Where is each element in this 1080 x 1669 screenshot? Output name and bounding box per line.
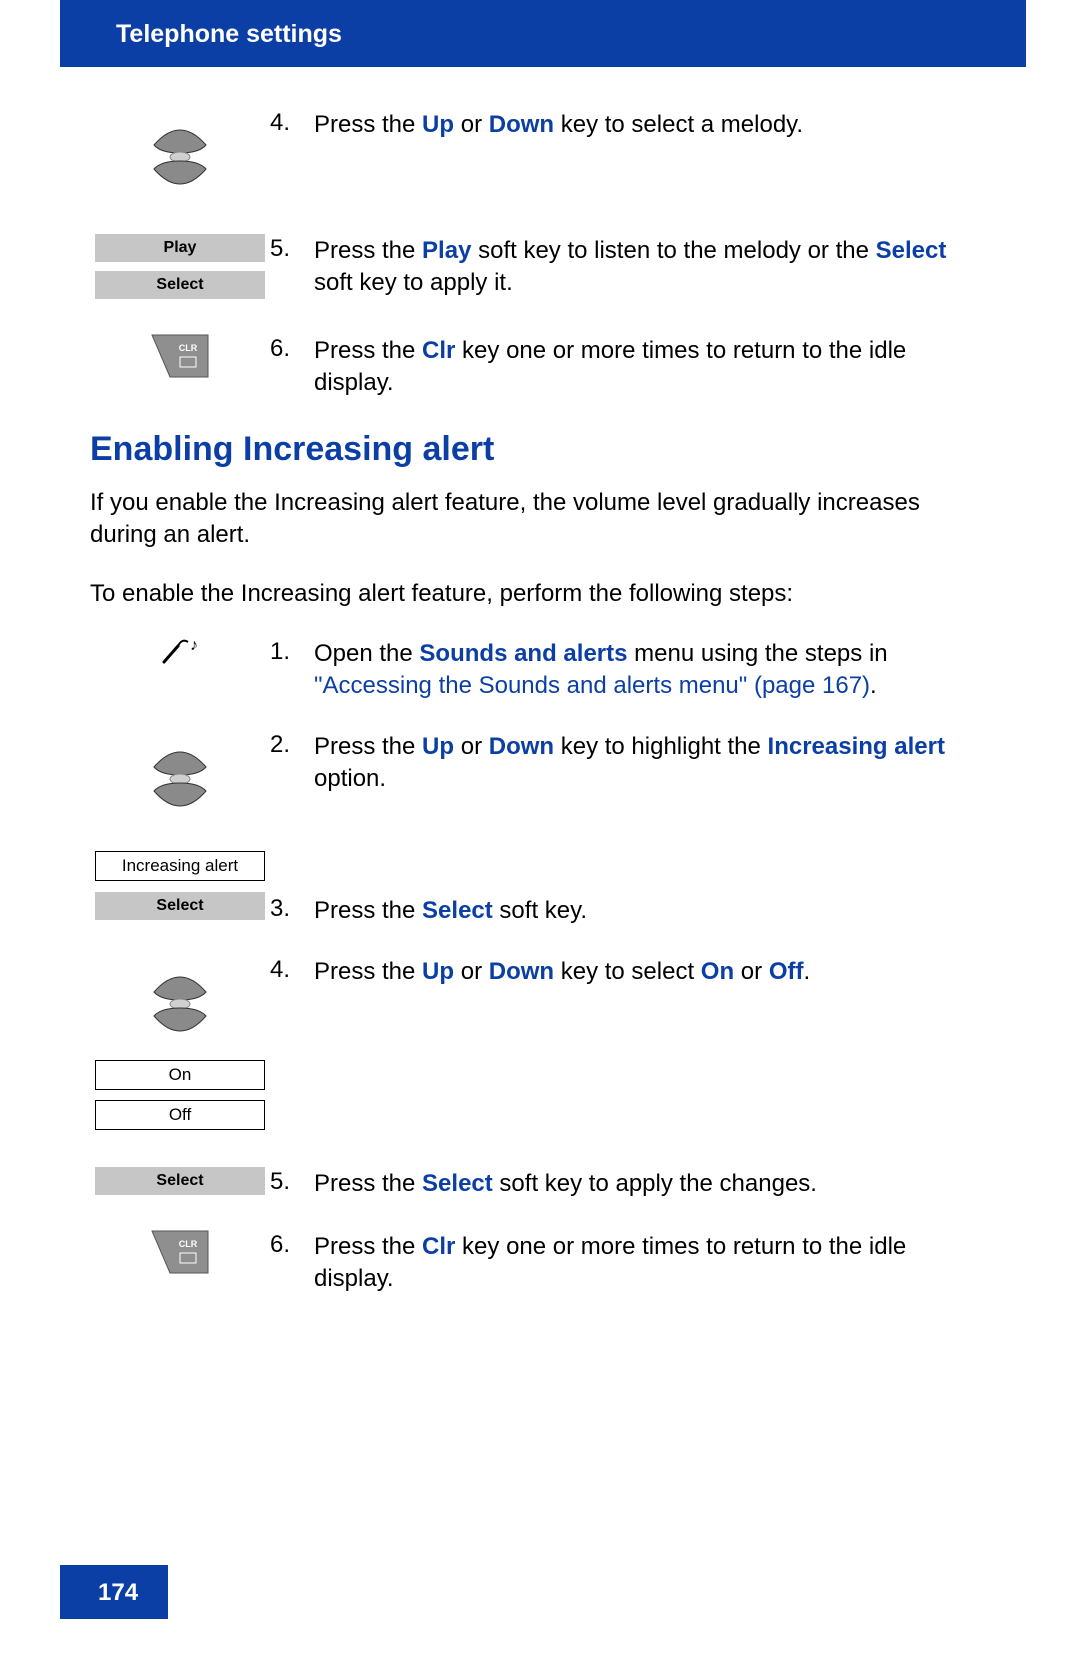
section-title: Enabling Increasing alert [90,430,990,469]
softkey-select: Select [95,1166,265,1195]
page-content: 4. Press the Up or Down key to select a … [0,67,1080,1296]
rocker-icon [144,729,216,829]
menu-option-off: Off [95,1100,265,1130]
icon-col [90,729,270,829]
step-text: Press the Up or Down key to highlight th… [314,729,990,796]
step-number: 6. [270,333,314,363]
step-number: 5. [270,233,314,263]
step-text: Press the Up or Down key to select On or… [314,954,990,988]
icon-col: Play Select [90,233,270,307]
step-text: Open the Sounds and alerts menu using th… [314,636,990,703]
svg-text:♪: ♪ [190,637,198,654]
step-row: Select 5. Press the Select soft key to a… [90,1166,990,1203]
step-number: 5. [270,1166,314,1196]
step-text: Press the Select soft key to apply the c… [314,1166,990,1200]
icon-col: CLR [90,333,270,379]
step-number: 3. [270,851,314,923]
sounds-alerts-icon: ♪ [160,636,200,668]
clr-key-icon: CLR [150,333,210,379]
step-number: 4. [270,954,314,984]
step-row: Increasing alert Select 3. Press the Sel… [90,851,990,928]
step-text: Press the Play soft key to listen to the… [314,233,990,300]
step-row: On Off 4. Press the Up or Down key to se… [90,954,990,1140]
step-number: 1. [270,636,314,666]
icon-col: On Off [90,954,270,1140]
section-intro-2: To enable the Increasing alert feature, … [90,578,990,610]
step-text: Press the Up or Down key to select a mel… [314,107,990,141]
icon-col: Select [90,1166,270,1203]
softkey-select: Select [95,270,265,299]
menu-option-increasing-alert: Increasing alert [95,851,265,881]
icon-col [90,107,270,207]
step-row: CLR 6. Press the Clr key one or more tim… [90,1229,990,1296]
rocker-icon [144,107,216,207]
menu-option-on: On [95,1060,265,1090]
step-number: 4. [270,107,314,137]
page-header: Telephone settings [60,0,1026,67]
clr-key-icon: CLR [150,1229,210,1275]
icon-col: CLR [90,1229,270,1275]
step-text: Press the Clr key one or more times to r… [314,333,990,400]
step-text: Press the Select soft key. [314,851,990,927]
step-row: CLR 6. Press the Clr key one or more tim… [90,333,990,400]
page-number: 174 [60,1565,168,1619]
section-intro-1: If you enable the Increasing alert featu… [90,487,990,552]
softkey-select: Select [95,891,265,920]
step-number: 2. [270,729,314,759]
step-row: 2. Press the Up or Down key to highlight… [90,729,990,829]
step-row: 4. Press the Up or Down key to select a … [90,107,990,207]
icon-col: ♪ [90,636,270,668]
clr-label: CLR [179,1239,198,1249]
header-title: Telephone settings [116,20,342,48]
clr-label: CLR [179,343,198,353]
softkey-play: Play [95,233,265,262]
step-row: Play Select 5. Press the Play soft key t… [90,233,990,307]
step-text: Press the Clr key one or more times to r… [314,1229,990,1296]
icon-col: Increasing alert Select [90,851,270,928]
step-row: ♪ 1. Open the Sounds and alerts menu usi… [90,636,990,703]
step-number: 6. [270,1229,314,1259]
rocker-icon [144,954,216,1054]
